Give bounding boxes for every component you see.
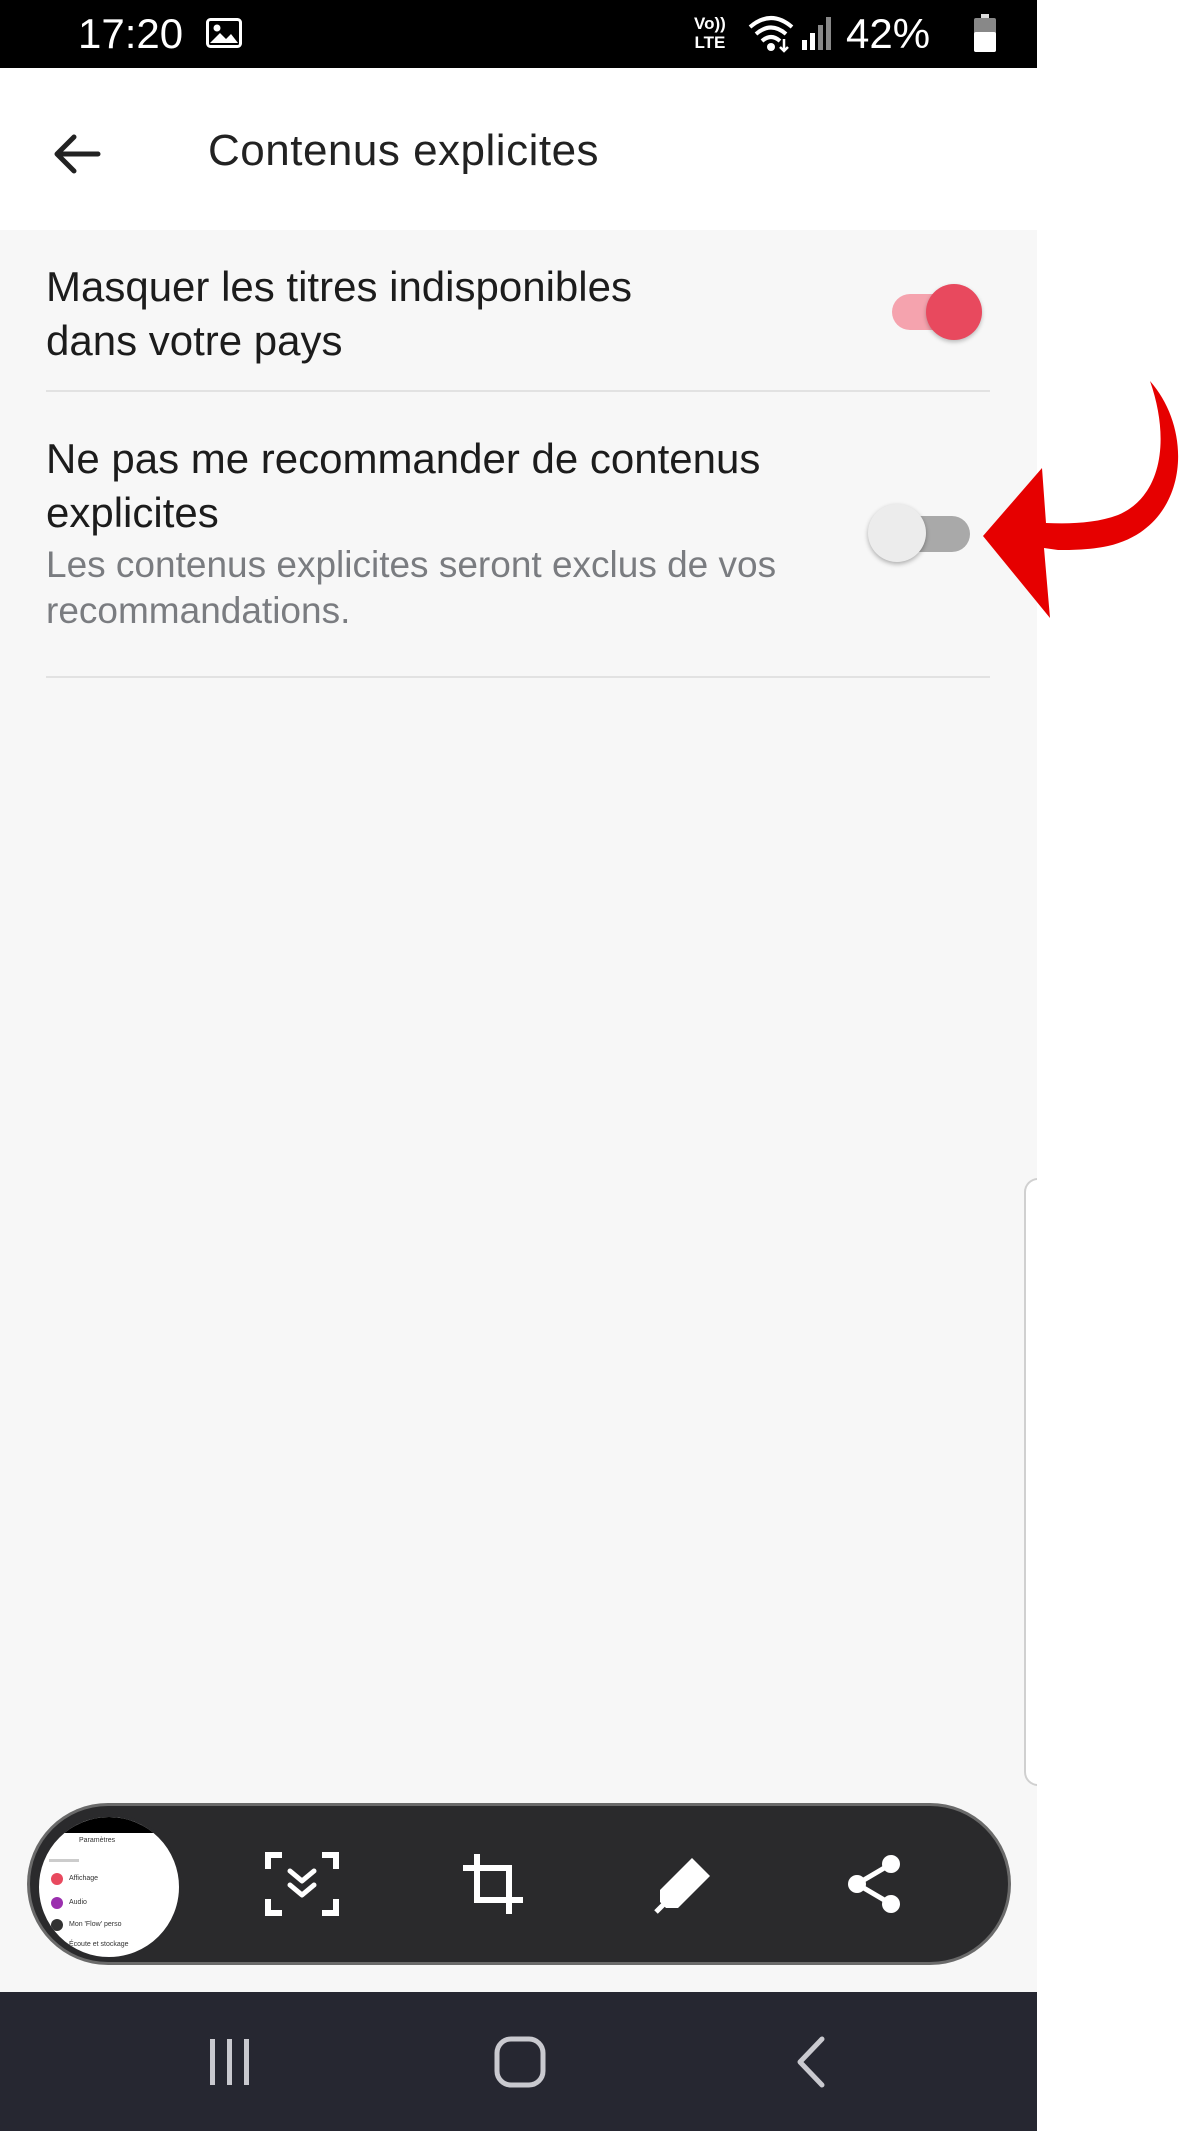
- preview-dot: [51, 1873, 63, 1885]
- crop-button[interactable]: [451, 1842, 535, 1926]
- recent-apps-button[interactable]: [190, 2032, 270, 2092]
- setting-title-line: Ne pas me recommander de contenus: [46, 435, 761, 482]
- preview-text: Audio: [69, 1899, 87, 1906]
- setting-description-line: recommandations.: [46, 590, 351, 631]
- scroll-capture-button[interactable]: [260, 1842, 344, 1926]
- battery-percent: 42%: [846, 10, 931, 57]
- toggle-thumb: [926, 284, 982, 340]
- volte-label: Vo)): [694, 14, 726, 33]
- home-icon: [494, 2036, 546, 2088]
- preview-text: Mon 'Flow' perso: [69, 1921, 122, 1928]
- preview-line: [49, 1859, 79, 1862]
- gallery-icon: [206, 18, 242, 53]
- setting-description: Les contenus explicites seront exclus de…: [46, 542, 866, 634]
- screenshot-preview-thumbnail[interactable]: Paramètres Affichage Audio Mon 'Flow' pe…: [36, 1814, 182, 1960]
- capture-toolbar: Paramètres Affichage Audio Mon 'Flow' pe…: [30, 1806, 1008, 1962]
- preview-text: Affichage: [69, 1875, 99, 1882]
- setting-hide-unavailable-titles[interactable]: Masquer les titres indisponibles dans vo…: [46, 230, 990, 392]
- back-button[interactable]: [48, 124, 108, 184]
- share-button[interactable]: [833, 1842, 917, 1926]
- home-button[interactable]: [480, 2032, 560, 2092]
- navigation-bar: [0, 1992, 1037, 2131]
- lte-label: LTE: [694, 33, 726, 52]
- setting-title-line: explicites: [46, 489, 219, 536]
- crop-icon: [463, 1854, 523, 1914]
- wifi-icon: [748, 15, 794, 58]
- setting-no-explicit-recommendations[interactable]: Ne pas me recommander de contenus explic…: [46, 390, 990, 678]
- toggle-thumb: [868, 504, 926, 562]
- edge-panel-handle[interactable]: [1024, 1178, 1037, 1786]
- phone-screen: 17:20 Vo)) LTE 42% Contenus explicites M…: [0, 0, 1037, 2131]
- hide-unavailable-toggle[interactable]: [888, 280, 988, 344]
- share-icon: [848, 1855, 900, 1913]
- app-bar: Contenus explicites: [0, 68, 1037, 230]
- preview-status-bar: [39, 1817, 179, 1833]
- system-back-button[interactable]: [770, 2032, 850, 2092]
- arrow-left-icon: [54, 134, 101, 174]
- setting-title: Masquer les titres indisponibles dans vo…: [46, 260, 746, 368]
- edit-pen-icon: [654, 1858, 710, 1914]
- setting-description-line: Les contenus explicites seront exclus de…: [46, 544, 777, 585]
- battery-icon: [973, 14, 997, 57]
- status-time: 17:20: [78, 10, 184, 57]
- recent-apps-icon: [210, 2039, 249, 2085]
- setting-title-line: dans votre pays: [46, 317, 343, 364]
- setting-title: Ne pas me recommander de contenus explic…: [46, 432, 836, 540]
- edit-button[interactable]: [642, 1842, 726, 1926]
- scroll-capture-icon: [265, 1852, 339, 1916]
- no-explicit-recommendations-toggle[interactable]: [864, 502, 974, 566]
- setting-title-line: Masquer les titres indisponibles: [46, 263, 632, 310]
- preview-dot: [51, 1919, 63, 1931]
- back-icon: [797, 2036, 825, 2088]
- page-title: Contenus explicites: [208, 126, 600, 175]
- volte-icon: Vo)) LTE: [694, 14, 726, 52]
- preview-dot: [51, 1897, 63, 1909]
- annotation-arrow-icon: [978, 378, 1188, 633]
- preview-text: Écoute et stockage: [69, 1941, 129, 1948]
- preview-text: Paramètres: [79, 1837, 116, 1844]
- signal-icon: [800, 16, 836, 55]
- status-bar: 17:20 Vo)) LTE 42%: [0, 0, 1037, 68]
